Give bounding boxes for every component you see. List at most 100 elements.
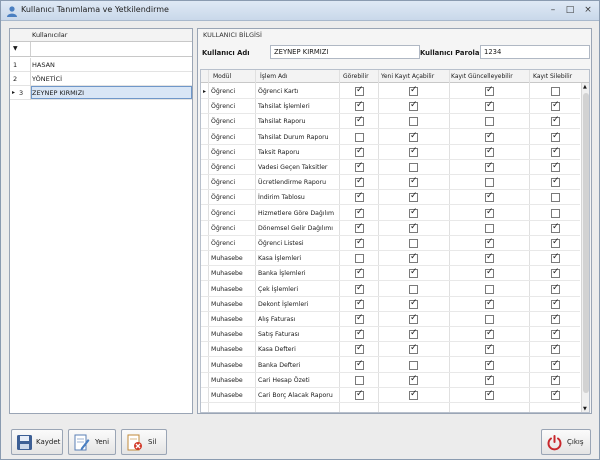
user-row[interactable]: 2 YÖNETİCİ: [10, 72, 192, 86]
can-delete-checkbox[interactable]: [551, 222, 560, 233]
can-create-checkbox[interactable]: [409, 100, 418, 112]
can-update-checkbox[interactable]: [485, 237, 494, 248]
can-update-checkbox[interactable]: [485, 100, 494, 112]
can-view-checkbox[interactable]: [355, 237, 364, 248]
can-delete-checkbox[interactable]: [551, 267, 560, 279]
can-update-checkbox[interactable]: [485, 328, 494, 340]
permission-row[interactable]: Öğrenci Taksit Raporu: [201, 145, 580, 160]
user-row[interactable]: 3 ▸ ZEYNEP KIRMIZI: [10, 86, 192, 100]
can-delete-checkbox[interactable]: [551, 176, 560, 188]
password-field[interactable]: 1234: [480, 45, 590, 59]
can-delete-checkbox[interactable]: [551, 161, 560, 172]
scroll-up-icon[interactable]: ▲: [583, 84, 587, 90]
can-create-checkbox[interactable]: [409, 360, 418, 370]
can-delete-checkbox[interactable]: [551, 208, 560, 218]
user-row[interactable]: 1 HASAN: [10, 58, 192, 72]
close-button[interactable]: ×: [581, 4, 595, 17]
permission-row[interactable]: Muhasebe Çek İşlemleri: [201, 282, 580, 297]
exit-button[interactable]: Çıkış: [541, 429, 591, 455]
can-delete-checkbox[interactable]: [551, 283, 560, 294]
permission-row[interactable]: Öğrenci Tahsilat Durum Raporu: [201, 130, 580, 145]
can-create-checkbox[interactable]: [409, 252, 418, 264]
permission-row[interactable]: Muhasebe Banka Defteri: [201, 358, 580, 373]
can-view-checkbox[interactable]: [355, 176, 364, 188]
save-button[interactable]: Kaydet: [11, 429, 63, 455]
can-create-checkbox[interactable]: [409, 389, 418, 400]
delete-button[interactable]: Sil: [121, 429, 167, 455]
permission-row[interactable]: Öğrenci Tahsilat Raporu: [201, 114, 580, 130]
can-create-checkbox[interactable]: [409, 343, 418, 355]
can-view-checkbox[interactable]: [355, 283, 364, 294]
can-create-checkbox[interactable]: [409, 313, 418, 324]
can-view-checkbox[interactable]: [355, 132, 364, 142]
can-update-checkbox[interactable]: [485, 359, 494, 370]
permission-row[interactable]: Öğrenci Hizmetlere Göre Dağılım: [201, 206, 580, 221]
can-delete-checkbox[interactable]: [551, 313, 560, 324]
can-create-checkbox[interactable]: [409, 374, 418, 385]
can-delete-checkbox[interactable]: [551, 389, 560, 400]
can-update-checkbox[interactable]: [485, 284, 494, 294]
can-delete-checkbox[interactable]: [551, 328, 560, 340]
can-create-checkbox[interactable]: [409, 298, 418, 309]
can-view-checkbox[interactable]: [355, 254, 364, 264]
can-update-checkbox[interactable]: [485, 85, 494, 96]
permission-row[interactable]: Muhasebe Dekont İşlemleri: [201, 297, 580, 312]
can-delete-checkbox[interactable]: [551, 100, 560, 112]
permission-row[interactable]: Muhasebe Cari Borç Alacak Raporu: [201, 388, 580, 403]
can-view-checkbox[interactable]: [355, 328, 364, 340]
can-view-checkbox[interactable]: [355, 343, 364, 355]
can-update-checkbox[interactable]: [485, 298, 494, 309]
can-update-checkbox[interactable]: [485, 252, 494, 264]
can-create-checkbox[interactable]: [409, 131, 418, 142]
permission-row[interactable]: Öğrenci Tahsilat İşlemleri: [201, 99, 580, 115]
can-view-checkbox[interactable]: [355, 389, 364, 400]
can-delete-checkbox[interactable]: [551, 193, 560, 203]
permission-row[interactable]: Muhasebe Alış Faturası: [201, 312, 580, 327]
can-delete-checkbox[interactable]: [551, 115, 560, 127]
can-view-checkbox[interactable]: [355, 267, 364, 279]
can-create-checkbox[interactable]: [409, 176, 418, 188]
can-view-checkbox[interactable]: [355, 115, 364, 127]
can-delete-checkbox[interactable]: [551, 87, 560, 96]
can-delete-checkbox[interactable]: [551, 359, 560, 370]
can-create-checkbox[interactable]: [409, 207, 418, 218]
can-create-checkbox[interactable]: [409, 267, 418, 279]
permission-row[interactable]: Muhasebe Banka İşlemleri: [201, 266, 580, 282]
scroll-down-icon[interactable]: ▼: [583, 406, 587, 412]
can-view-checkbox[interactable]: [355, 85, 364, 96]
can-create-checkbox[interactable]: [409, 85, 418, 96]
can-delete-checkbox[interactable]: [551, 374, 560, 385]
can-update-checkbox[interactable]: [485, 146, 494, 157]
can-delete-checkbox[interactable]: [551, 252, 560, 264]
can-update-checkbox[interactable]: [485, 343, 494, 355]
can-create-checkbox[interactable]: [409, 328, 418, 340]
can-update-checkbox[interactable]: [485, 161, 494, 172]
permission-row[interactable]: ▸ Öğrenci Öğrenci Kartı: [201, 84, 580, 99]
can-delete-checkbox[interactable]: [551, 237, 560, 248]
can-update-checkbox[interactable]: [485, 178, 494, 188]
can-create-checkbox[interactable]: [409, 284, 418, 294]
can-create-checkbox[interactable]: [409, 163, 418, 172]
permission-row[interactable]: Öğrenci İndirim Tablosu: [201, 190, 580, 206]
can-update-checkbox[interactable]: [485, 267, 494, 279]
can-create-checkbox[interactable]: [409, 222, 418, 233]
permission-row[interactable]: Öğrenci Ücretlendirme Raporu: [201, 175, 580, 191]
can-update-checkbox[interactable]: [485, 117, 494, 127]
can-view-checkbox[interactable]: [355, 207, 364, 218]
can-update-checkbox[interactable]: [485, 191, 494, 203]
minimize-button[interactable]: –: [546, 4, 560, 17]
can-update-checkbox[interactable]: [485, 223, 494, 233]
can-update-checkbox[interactable]: [485, 315, 494, 324]
permission-row[interactable]: Öğrenci Öğrenci Listesi: [201, 236, 580, 251]
users-filter-input[interactable]: [30, 42, 192, 56]
username-field[interactable]: ZEYNEP KIRMIZI: [270, 45, 420, 59]
can-delete-checkbox[interactable]: [551, 298, 560, 309]
permission-row[interactable]: Muhasebe Kasa Defteri: [201, 342, 580, 358]
can-update-checkbox[interactable]: [485, 389, 494, 400]
can-delete-checkbox[interactable]: [551, 343, 560, 355]
maximize-button[interactable]: □: [563, 4, 577, 17]
can-create-checkbox[interactable]: [409, 239, 418, 248]
can-view-checkbox[interactable]: [355, 222, 364, 233]
can-create-checkbox[interactable]: [409, 146, 418, 157]
can-update-checkbox[interactable]: [485, 207, 494, 218]
